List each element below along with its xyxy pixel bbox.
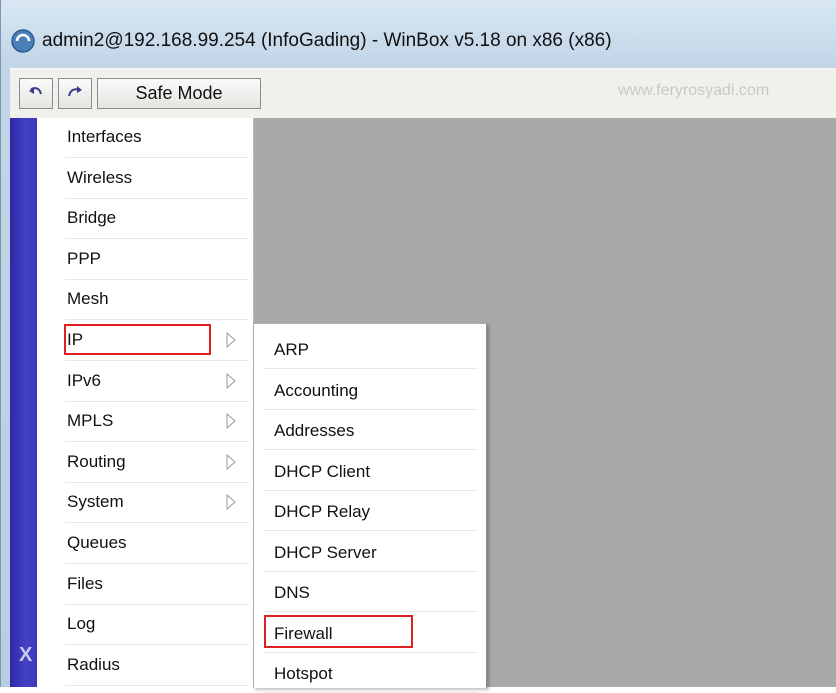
submenu-item-dns[interactable]: DNS — [254, 571, 486, 612]
menu-item-label: Log — [67, 614, 96, 634]
submenu-item-firewall[interactable]: Firewall — [254, 612, 486, 653]
menu-item-ipv6[interactable]: IPv6 — [37, 362, 253, 402]
menu-separator — [65, 684, 249, 686]
submenu-item-label: DHCP Relay — [274, 502, 371, 521]
submenu-item-label: Accounting — [274, 380, 359, 400]
watermark-text: www.feryrosyadi.com — [618, 82, 770, 99]
submenu-item-accounting[interactable]: Accounting — [254, 369, 486, 410]
submenu-item-arp[interactable]: ARP — [254, 328, 486, 369]
submenu-item-label: Addresses — [274, 421, 355, 440]
submenu-arrow-icon — [226, 453, 236, 470]
menu-item-label: Mesh — [67, 289, 109, 309]
submenu-arrow-icon — [226, 413, 236, 430]
ip-submenu: ARP Accounting Addresses DHCP Client DHCP Re… — [253, 323, 487, 693]
submenu-item-dhcp-client[interactable]: DHCP Client — [254, 450, 486, 491]
winbox-window: admin2@192.168.99.254 (InfoGading) - Win… — [0, 0, 836, 693]
submenu-item-dhcp-relay[interactable]: DHCP Relay — [254, 490, 486, 531]
menu-item-wireless[interactable]: Wireless — [37, 159, 253, 199]
menu-item-routing[interactable]: Routing — [37, 443, 253, 483]
menu-item-system[interactable]: System — [37, 483, 253, 524]
submenu-arrow-icon — [226, 372, 236, 389]
winbox-app-icon — [11, 29, 35, 53]
menu-item-files[interactable]: Files — [37, 565, 253, 605]
menu-item-label: Wireless — [67, 167, 133, 187]
submenu-item-label: Hotspot — [274, 664, 333, 683]
submenu-item-label: DHCP Client — [274, 461, 371, 481]
menu-item-label: MPLS — [67, 411, 114, 431]
menu-item-label: IPv6 — [67, 370, 102, 390]
side-strip-text: X — [19, 644, 33, 666]
undo-icon — [29, 87, 42, 95]
menu-item-ip[interactable]: IP — [37, 321, 253, 361]
menu-item-radius[interactable]: Radius — [37, 646, 253, 686]
menu-item-queues[interactable]: Queues — [37, 524, 253, 564]
redo-icon — [68, 86, 82, 97]
redo-button[interactable] — [58, 78, 92, 109]
highlight-box — [264, 614, 413, 648]
highlight-box — [64, 324, 211, 355]
window-title: admin2@192.168.99.254 (InfoGading) - Win… — [42, 30, 612, 51]
submenu-item-dhcp-server[interactable]: DHCP Server — [254, 531, 486, 572]
title-bar[interactable]: admin2@192.168.99.254 (InfoGading) - Win… — [1, 0, 836, 68]
undo-button[interactable] — [19, 78, 53, 109]
submenu-item-label: DNS — [274, 583, 310, 602]
menu-item-label: Bridge — [67, 208, 117, 228]
menu-item-log[interactable]: Log — [37, 605, 253, 646]
menu-item-label: Interfaces — [67, 127, 142, 146]
menu-item-label: Queues — [67, 533, 127, 552]
menu-item-label: Radius — [67, 654, 120, 674]
side-strip — [10, 118, 37, 687]
menu-item-ppp[interactable]: PPP — [37, 240, 253, 280]
menu-item-label: Files — [67, 573, 103, 593]
safe-mode-button[interactable]: Safe Mode — [97, 78, 261, 109]
submenu-item-addresses[interactable]: Addresses — [254, 409, 486, 450]
menu-item-interfaces[interactable]: Interfaces — [37, 118, 253, 158]
submenu-arrow-icon — [226, 494, 236, 511]
submenu-item-label: ARP — [274, 340, 309, 359]
main-menu: Interfaces Wireless Bridge PPP Mesh IP IPv6 MPL… — [37, 118, 254, 687]
menu-item-mpls[interactable]: MPLS — [37, 402, 253, 443]
submenu-arrow-icon — [226, 332, 236, 348]
menu-item-label: System — [67, 492, 124, 512]
toolbar: Safe Mode www.feryrosyadi.com — [10, 68, 836, 120]
menu-item-label: Routing — [67, 451, 126, 471]
menu-item-bridge[interactable]: Bridge — [37, 199, 253, 240]
menu-item-label: PPP — [67, 248, 102, 268]
menu-item-mesh[interactable]: Mesh — [37, 280, 253, 321]
submenu-item-label: DHCP Server — [274, 542, 377, 562]
